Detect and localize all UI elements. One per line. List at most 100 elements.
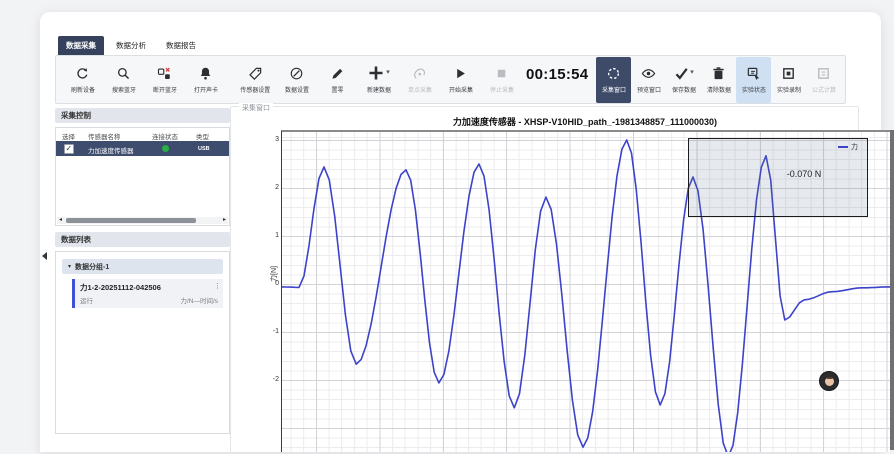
data-list-panel: 数据列表 ▾ 数据分组-1 力1-2-20251112-042506 运行 力/…	[55, 232, 230, 432]
y-axis-tick: 0	[265, 280, 279, 287]
tab-data-analysis[interactable]: 数据分析	[108, 36, 154, 55]
chevron-down-icon: ▾	[68, 263, 71, 270]
y-axis-tick: 3	[265, 136, 279, 143]
panel-collapse-arrow[interactable]	[42, 252, 47, 260]
sensor-settings-button[interactable]: 传感器设置	[235, 59, 276, 101]
scrollbar-thumb[interactable]	[890, 130, 894, 450]
scroll-left-icon[interactable]: ◂	[59, 217, 62, 224]
data-item-title: 力1-2-20251112-042506	[80, 282, 218, 293]
save-data-button[interactable]: ▾ 保存数据	[666, 59, 701, 101]
experiment-status-button[interactable]: 实验状态	[736, 57, 771, 103]
refresh-device-button[interactable]: 刷新设备	[62, 59, 103, 101]
table-row[interactable]: 力加速度传感器 USB	[56, 141, 229, 156]
y-axis-tick: 2	[265, 184, 279, 191]
collect-window-panel: 采集窗口 力加速度传感器 - XHSP-V10HID_path_-1981348…	[230, 106, 859, 454]
zero-button[interactable]: 置零	[317, 59, 358, 101]
bluetooth-disconnect-icon	[157, 65, 172, 81]
vertical-scrollbar[interactable]	[890, 130, 894, 450]
plus-icon: ▾	[367, 65, 390, 81]
col-sensor-name: 传感器名称	[88, 131, 121, 141]
toolbar-label: 保存数据	[672, 84, 696, 93]
col-type: 类型	[196, 131, 209, 141]
play-icon	[453, 65, 468, 81]
acquisition-timer: 00:15:54	[526, 66, 588, 83]
data-group-label: 数据分组-1	[75, 262, 109, 272]
kebab-menu-icon[interactable]: ⋮	[214, 282, 221, 290]
data-item-axes: 力/N—时间/s	[180, 295, 218, 305]
collect-window-button[interactable]: 采集窗口	[596, 57, 631, 103]
legend-series-label: 力	[851, 142, 858, 152]
toolbar-label: 采集窗口	[602, 84, 626, 93]
app-window: 数据采集 数据分析 数据报告 刷新设备 搜索蓝牙 断开蓝牙 打开声卡 传感器设置…	[40, 12, 881, 452]
toolbar-label: 新建数据	[367, 84, 391, 93]
col-select: 选择	[62, 131, 75, 141]
toolbar-label: 刷新设备	[71, 84, 95, 93]
formula-square-icon	[816, 65, 831, 81]
disconnect-bluetooth-button[interactable]: 断开蓝牙	[144, 59, 185, 101]
sensor-type: USB	[198, 146, 210, 152]
toolbar-label: 开始采集	[449, 84, 473, 93]
sensor-table: 选择 传感器名称 连接状态 类型 力加速度传感器 USB ◂ ▸	[55, 127, 230, 226]
toolbar-label: 打开声卡	[194, 84, 218, 93]
open-soundcard-button[interactable]: 打开声卡	[185, 59, 226, 101]
list-item[interactable]: 力1-2-20251112-042506 运行 力/N—时间/s ⋮	[72, 279, 223, 308]
tab-data-report[interactable]: 数据报告	[158, 36, 204, 55]
toolbar-label: 清除数据	[707, 84, 731, 93]
formula-calc-button[interactable]: 公式计算	[806, 59, 841, 101]
search-bluetooth-button[interactable]: 搜索蓝牙	[103, 59, 144, 101]
clear-data-button[interactable]: 清除数据	[701, 59, 736, 101]
data-list-body: ▾ 数据分组-1 力1-2-20251112-042506 运行 力/N—时间/…	[55, 251, 230, 434]
data-list-title: 数据列表	[55, 232, 230, 247]
data-group-header[interactable]: ▾ 数据分组-1	[62, 259, 223, 274]
data-item-status: 运行	[80, 295, 93, 305]
legend-line-swatch	[838, 146, 848, 148]
toolbar-label: 搜索蓝牙	[112, 84, 136, 93]
chevron-down-icon[interactable]: ▾	[386, 70, 390, 76]
scroll-right-icon[interactable]: ▸	[223, 217, 226, 224]
preview-window-button[interactable]: 预览窗口	[631, 59, 666, 101]
screen: { "tabs": [ {"label": "数据采集", "active": …	[0, 0, 894, 420]
toolbar-label: 实验录制	[777, 84, 801, 93]
experiment-record-button[interactable]: 实验录制	[771, 59, 806, 101]
toolbar-label: 置零	[332, 84, 344, 93]
collection-control-title: 采集控制	[55, 108, 230, 123]
chart-legend: 力	[838, 142, 858, 152]
scrollbar-thumb[interactable]	[66, 218, 196, 223]
main-tabbar: 数据采集 数据分析 数据报告	[58, 36, 204, 55]
check-icon: ▾	[674, 65, 694, 81]
avatar-face-icon	[825, 377, 834, 386]
search-icon	[116, 65, 131, 81]
tab-data-acquisition[interactable]: 数据采集	[58, 36, 104, 55]
collection-control-panel: 采集控制 选择 传感器名称 连接状态 类型 力加速度传感器 USB ◂ ▸	[55, 108, 230, 226]
stop-icon	[494, 65, 509, 81]
stop-collect-button[interactable]: 停止采集	[481, 59, 522, 101]
data-settings-button[interactable]: 数据设置	[276, 59, 317, 101]
single-point-collect-button[interactable]: 单点采集	[399, 59, 440, 101]
toolbar-label: 断开蓝牙	[153, 84, 177, 93]
bell-icon	[198, 65, 213, 81]
new-data-button[interactable]: ▾ 新建数据	[358, 59, 399, 101]
toolbar-label: 单点采集	[408, 84, 432, 93]
dashed-circle-icon	[606, 65, 621, 81]
start-collect-button[interactable]: 开始采集	[440, 59, 481, 101]
toolbar-label: 传感器设置	[241, 84, 271, 93]
assistant-avatar-button[interactable]	[819, 371, 839, 391]
chevron-down-icon[interactable]: ▾	[690, 70, 694, 76]
chart-plot-area[interactable]: 力[N] -0.070 N 力 3210-1-2	[281, 130, 890, 452]
sensor-tag-icon	[248, 65, 263, 81]
toolbar: 刷新设备 搜索蓝牙 断开蓝牙 打开声卡 传感器设置 数据设置 置零 ▾	[55, 55, 846, 104]
toolbar-label: 实验状态	[742, 84, 766, 93]
chart-title: 力加速度传感器 - XHSP-V10HID_path_-1981348857_1…	[281, 115, 889, 128]
col-connection-status: 连接状态	[152, 131, 178, 141]
y-axis-tick: 1	[265, 232, 279, 239]
cursor-value-annotation: -0.070 N	[749, 169, 859, 179]
toolbar-label: 停止采集	[490, 84, 514, 93]
y-axis-tick: -1	[265, 328, 279, 335]
sensor-checkbox[interactable]	[64, 144, 74, 154]
toolbar-label: 预览窗口	[637, 84, 661, 93]
sensor-table-header: 选择 传感器名称 连接状态 类型	[56, 128, 229, 141]
collect-window-panel-label: 采集窗口	[239, 103, 273, 113]
horizontal-scrollbar[interactable]: ◂ ▸	[57, 217, 228, 224]
sensor-name: 力加速度传感器	[88, 145, 134, 155]
claw-icon	[412, 65, 427, 81]
